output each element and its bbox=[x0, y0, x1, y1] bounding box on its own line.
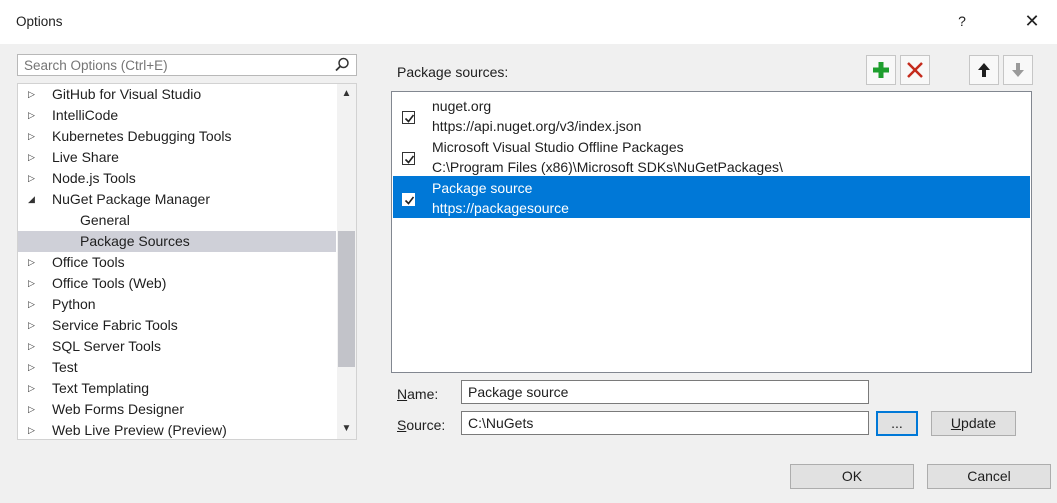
package-sources-label: Package sources: bbox=[397, 64, 509, 80]
source-item-nuget-org[interactable]: nuget.org https://api.nuget.org/v3/index… bbox=[393, 94, 1030, 136]
cancel-button[interactable]: Cancel bbox=[927, 464, 1051, 489]
remove-source-button[interactable] bbox=[900, 55, 930, 85]
source-name: Package source bbox=[432, 180, 533, 196]
expand-arrow-icon[interactable]: ▷ bbox=[28, 273, 40, 294]
tree-item-text-templating[interactable]: ▷ Text Templating bbox=[18, 378, 336, 399]
browse-button[interactable]: ... bbox=[876, 411, 918, 436]
tree-item-package-sources[interactable]: Package Sources bbox=[18, 231, 336, 252]
tree-item-nuget[interactable]: ◢ NuGet Package Manager bbox=[18, 189, 336, 210]
expand-arrow-icon[interactable]: ▷ bbox=[28, 105, 40, 126]
scroll-thumb[interactable] bbox=[338, 231, 355, 367]
source-url: https://packagesource bbox=[432, 200, 569, 216]
tree-item-general[interactable]: General bbox=[18, 210, 336, 231]
tree-scrollbar[interactable]: ▲ ▼ bbox=[337, 84, 356, 439]
expand-arrow-icon[interactable]: ▷ bbox=[28, 147, 40, 168]
expand-arrow-icon[interactable]: ▷ bbox=[28, 336, 40, 357]
tree-item-office-tools[interactable]: ▷ Office Tools bbox=[18, 252, 336, 273]
add-source-button[interactable] bbox=[866, 55, 896, 85]
tree-item-sql-server[interactable]: ▷ SQL Server Tools bbox=[18, 336, 336, 357]
scroll-down-icon[interactable]: ▼ bbox=[337, 419, 356, 439]
arrow-down-icon bbox=[1012, 63, 1024, 77]
tree-item-intellicode[interactable]: ▷ IntelliCode bbox=[18, 105, 336, 126]
move-up-button[interactable] bbox=[969, 55, 999, 85]
expand-arrow-icon[interactable]: ▷ bbox=[28, 315, 40, 336]
source-field[interactable] bbox=[461, 411, 872, 435]
expand-arrow-icon[interactable]: ▷ bbox=[28, 168, 40, 189]
source-checkbox[interactable] bbox=[402, 193, 415, 206]
tree-item-office-tools-web[interactable]: ▷ Office Tools (Web) bbox=[18, 273, 336, 294]
search-icon[interactable] bbox=[333, 56, 351, 74]
name-input[interactable] bbox=[462, 381, 872, 403]
source-checkbox[interactable] bbox=[402, 111, 415, 124]
source-label: Source: bbox=[397, 417, 446, 433]
search-box[interactable] bbox=[17, 54, 357, 76]
source-url: C:\Program Files (x86)\Microsoft SDKs\Nu… bbox=[432, 159, 783, 175]
source-name: nuget.org bbox=[432, 98, 492, 114]
expand-arrow-icon[interactable]: ▷ bbox=[28, 294, 40, 315]
checkmark-icon bbox=[404, 114, 415, 123]
expand-arrow-icon[interactable]: ▷ bbox=[28, 357, 40, 378]
ok-button[interactable]: OK bbox=[790, 464, 914, 489]
expand-arrow-icon[interactable]: ▷ bbox=[28, 126, 40, 147]
tree-item-web-forms[interactable]: ▷ Web Forms Designer bbox=[18, 399, 336, 420]
tree-item-web-live-preview[interactable]: ▷ Web Live Preview (Preview) bbox=[18, 420, 336, 439]
options-tree: ▷ GitHub for Visual Studio ▷ IntelliCode ▷… bbox=[17, 83, 357, 440]
expand-arrow-icon[interactable]: ▷ bbox=[28, 399, 40, 420]
plus-icon bbox=[873, 62, 889, 78]
source-checkbox[interactable] bbox=[402, 152, 415, 165]
window-title: Options bbox=[16, 14, 63, 29]
expand-arrow-icon[interactable]: ▷ bbox=[28, 378, 40, 399]
name-label: Name: bbox=[397, 386, 439, 402]
collapse-arrow-icon[interactable]: ◢ bbox=[28, 189, 40, 210]
tree-item-github[interactable]: ▷ GitHub for Visual Studio bbox=[18, 84, 336, 105]
expand-arrow-icon[interactable]: ▷ bbox=[28, 420, 40, 439]
close-button[interactable]: ✕ bbox=[1018, 8, 1046, 34]
tree-item-service-fabric[interactable]: ▷ Service Fabric Tools bbox=[18, 315, 336, 336]
tree-item-python[interactable]: ▷ Python bbox=[18, 294, 336, 315]
search-input[interactable] bbox=[18, 55, 330, 75]
move-down-button[interactable] bbox=[1003, 55, 1033, 85]
remove-x-icon bbox=[907, 62, 923, 78]
source-item-offline-packages[interactable]: Microsoft Visual Studio Offline Packages… bbox=[393, 135, 1030, 177]
checkmark-icon bbox=[404, 155, 415, 164]
source-url: https://api.nuget.org/v3/index.json bbox=[432, 118, 642, 134]
package-sources-list: nuget.org https://api.nuget.org/v3/index… bbox=[391, 91, 1032, 373]
source-name: Microsoft Visual Studio Offline Packages bbox=[432, 139, 684, 155]
source-input[interactable] bbox=[462, 412, 872, 434]
scroll-up-icon[interactable]: ▲ bbox=[337, 84, 356, 104]
arrow-up-icon bbox=[978, 63, 990, 77]
source-item-package-source[interactable]: Package source https://packagesource bbox=[393, 176, 1030, 218]
tree-item-live-share[interactable]: ▷ Live Share bbox=[18, 147, 336, 168]
expand-arrow-icon[interactable]: ▷ bbox=[28, 84, 40, 105]
tree-item-nodejs[interactable]: ▷ Node.js Tools bbox=[18, 168, 336, 189]
tree-item-kubernetes[interactable]: ▷ Kubernetes Debugging Tools bbox=[18, 126, 336, 147]
checkmark-icon bbox=[404, 196, 415, 205]
help-button[interactable]: ? bbox=[950, 9, 974, 33]
title-bar bbox=[0, 0, 1057, 44]
expand-arrow-icon[interactable]: ▷ bbox=[28, 252, 40, 273]
update-button[interactable]: Update bbox=[931, 411, 1016, 436]
tree-item-test[interactable]: ▷ Test bbox=[18, 357, 336, 378]
name-field[interactable] bbox=[461, 380, 872, 404]
